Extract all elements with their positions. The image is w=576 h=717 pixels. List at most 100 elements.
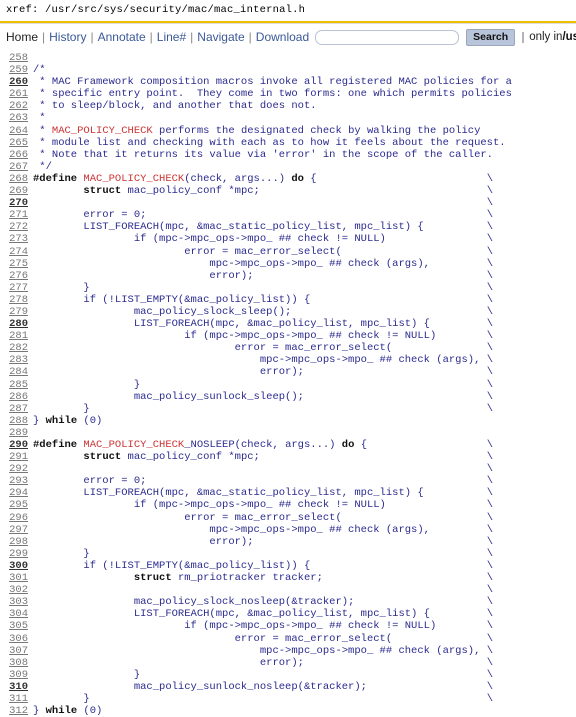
- line-continuation: \: [487, 608, 493, 620]
- line-number[interactable]: 269: [2, 185, 28, 197]
- code-text: } while (0): [33, 705, 102, 717]
- line-number[interactable]: 311: [2, 693, 28, 705]
- line-number[interactable]: 267: [2, 161, 28, 173]
- line-number[interactable]: 265: [2, 137, 28, 149]
- nav-download[interactable]: Download: [256, 30, 309, 44]
- line-continuation: \: [487, 233, 493, 245]
- line-number[interactable]: 301: [2, 572, 28, 584]
- line-number[interactable]: 290: [2, 439, 28, 451]
- line-number[interactable]: 259: [2, 64, 28, 76]
- line-number[interactable]: 261: [2, 88, 28, 100]
- code-line: 283 mpc->mpc_ops->mpo_ ## check (args), …: [2, 354, 576, 366]
- line-number[interactable]: 271: [2, 209, 28, 221]
- search-input[interactable]: [315, 30, 459, 45]
- macro-name[interactable]: MAC_POLICY_CHECK: [83, 173, 184, 185]
- line-continuation: \: [487, 209, 493, 221]
- code-line: 312 } while (0): [2, 705, 576, 717]
- code-line: 311 } \: [2, 693, 576, 705]
- line-number[interactable]: 295: [2, 499, 28, 511]
- line-number[interactable]: 260: [2, 76, 28, 88]
- code-line: 292 \: [2, 463, 576, 475]
- line-number[interactable]: 263: [2, 112, 28, 124]
- code-text: if (mpc->mpc_ops->mpo_ ## check != NULL)…: [33, 620, 493, 632]
- line-number[interactable]: 286: [2, 391, 28, 403]
- line-number[interactable]: 278: [2, 294, 28, 306]
- line-number[interactable]: 280: [2, 318, 28, 330]
- line-number[interactable]: 268: [2, 173, 28, 185]
- line-number[interactable]: 270: [2, 197, 28, 209]
- line-number[interactable]: 297: [2, 524, 28, 536]
- line-number[interactable]: 294: [2, 487, 28, 499]
- line-number[interactable]: 305: [2, 620, 28, 632]
- line-number[interactable]: 302: [2, 584, 28, 596]
- line-number[interactable]: 275: [2, 258, 28, 270]
- code-text: mpc->mpc_ops->mpo_ ## check (args), \: [33, 258, 493, 270]
- code-text: error); \: [33, 536, 493, 548]
- line-number[interactable]: 310: [2, 681, 28, 693]
- keyword: do: [342, 439, 355, 451]
- code-text: if (!LIST_EMPTY(&mac_policy_list)) { \: [33, 294, 493, 306]
- nav-navigate[interactable]: Navigate: [197, 30, 244, 44]
- line-number[interactable]: 276: [2, 270, 28, 282]
- line-number[interactable]: 291: [2, 451, 28, 463]
- code-line: 261 * specific entry point. They come in…: [2, 88, 576, 100]
- line-number[interactable]: 264: [2, 125, 28, 137]
- line-number[interactable]: 279: [2, 306, 28, 318]
- code-line: 268 #define MAC_POLICY_CHECK(check, args.…: [2, 173, 576, 185]
- line-number[interactable]: 308: [2, 657, 28, 669]
- nav-history[interactable]: History: [49, 30, 86, 44]
- code-text: error = 0; \: [33, 209, 493, 221]
- code-line: 295 if (mpc->mpc_ops->mpo_ ## check != N…: [2, 499, 576, 511]
- code-line: 308 error); \: [2, 657, 576, 669]
- line-number[interactable]: 285: [2, 379, 28, 391]
- line-number[interactable]: 312: [2, 705, 28, 717]
- line-number[interactable]: 307: [2, 645, 28, 657]
- search-button[interactable]: Search: [466, 29, 515, 46]
- line-number[interactable]: 266: [2, 149, 28, 161]
- line-number[interactable]: 274: [2, 246, 28, 258]
- line-number[interactable]: 289: [2, 427, 28, 439]
- line-number[interactable]: 296: [2, 512, 28, 524]
- macro-name[interactable]: MAC_POLICY_CHECK: [52, 125, 153, 137]
- line-number[interactable]: 273: [2, 233, 28, 245]
- line-number[interactable]: 293: [2, 475, 28, 487]
- line-number[interactable]: 284: [2, 366, 28, 378]
- line-number[interactable]: 272: [2, 221, 28, 233]
- keyword: while: [46, 705, 78, 717]
- only-in-path: /usr/src/sys/security/mac/: [562, 31, 576, 43]
- code-text: \: [33, 584, 493, 596]
- line-continuation: \: [487, 306, 493, 318]
- line-number[interactable]: 304: [2, 608, 28, 620]
- keyword: do: [291, 173, 304, 185]
- line-number[interactable]: 288: [2, 415, 28, 427]
- code-line: 271 error = 0; \: [2, 209, 576, 221]
- nav-linenumber[interactable]: Line#: [157, 30, 186, 44]
- line-number[interactable]: 299: [2, 548, 28, 560]
- line-continuation: \: [487, 439, 493, 451]
- code-text: struct mac_policy_conf *mpc; \: [33, 451, 493, 463]
- line-continuation: \: [487, 330, 493, 342]
- code-line: 267 */: [2, 161, 576, 173]
- only-in-checkbox[interactable]: [522, 32, 524, 43]
- xref-label: xref:: [6, 4, 39, 16]
- line-number[interactable]: 282: [2, 342, 28, 354]
- line-number[interactable]: 283: [2, 354, 28, 366]
- line-number[interactable]: 292: [2, 463, 28, 475]
- nav-annotate[interactable]: Annotate: [98, 30, 146, 44]
- line-number[interactable]: 309: [2, 669, 28, 681]
- line-number[interactable]: 303: [2, 596, 28, 608]
- line-continuation: \: [487, 475, 493, 487]
- nav-home[interactable]: Home: [6, 30, 38, 44]
- line-number[interactable]: 298: [2, 536, 28, 548]
- line-number[interactable]: 277: [2, 282, 28, 294]
- line-number[interactable]: 306: [2, 633, 28, 645]
- macro-name[interactable]: MAC_POLICY_CHECK: [83, 439, 184, 451]
- line-number[interactable]: 287: [2, 403, 28, 415]
- line-number[interactable]: 262: [2, 100, 28, 112]
- line-number[interactable]: 281: [2, 330, 28, 342]
- code-line: 284 error); \: [2, 366, 576, 378]
- line-continuation: \: [487, 185, 493, 197]
- code-text: mac_policy_slock_nosleep(&tracker); \: [33, 596, 493, 608]
- line-number[interactable]: 258: [2, 52, 28, 64]
- line-number[interactable]: 300: [2, 560, 28, 572]
